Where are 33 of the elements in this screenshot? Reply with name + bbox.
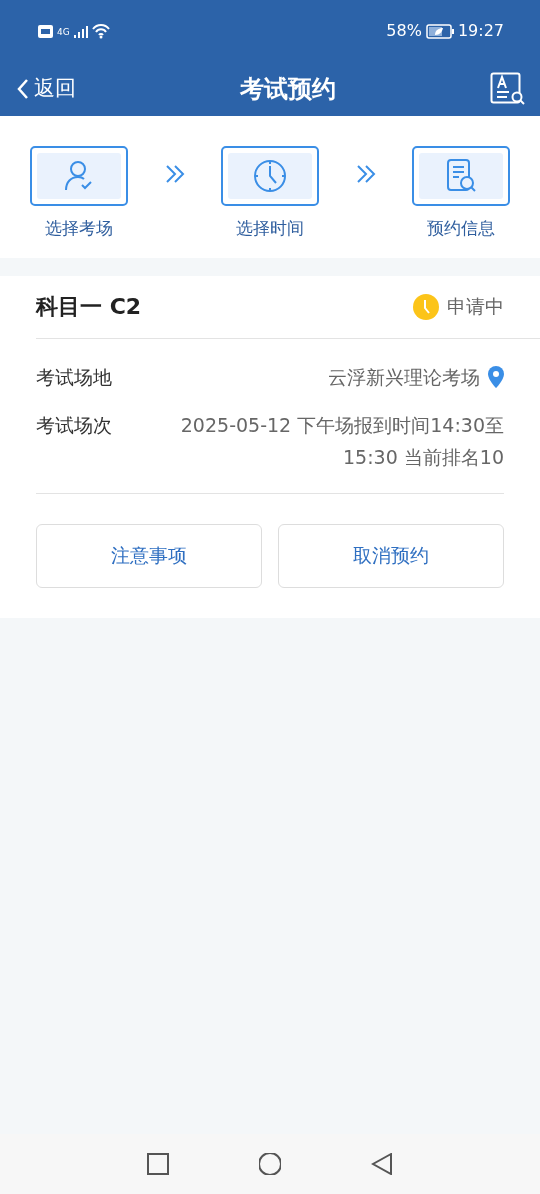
step-button[interactable] [30, 146, 128, 206]
step-label: 预约信息 [427, 217, 495, 240]
action-button[interactable]: 取消预约 [278, 523, 504, 588]
field-label: 考试场次 [36, 412, 112, 438]
network-type: 4G [57, 26, 70, 40]
status-label: 申请中 [447, 294, 504, 320]
search-document-icon[interactable] [490, 72, 526, 106]
battery-percent: 58% [386, 20, 422, 42]
double-chevron-icon [355, 164, 376, 184]
battery-icon [425, 23, 454, 39]
hd-icon [38, 24, 53, 38]
clock-icon [413, 293, 439, 320]
field-label: 考试场地 [36, 364, 112, 390]
field-value: 云浮新兴理论考场 [328, 364, 480, 390]
back-icon [16, 78, 30, 100]
field-value: 2025-05-12 下午场报到时间14:30至15:30 当前排名10 [179, 412, 504, 470]
clock-time: 19:27 [457, 20, 504, 42]
signal-icon [73, 24, 88, 38]
step-button[interactable] [412, 146, 510, 206]
recent-apps-icon[interactable] [147, 1153, 169, 1175]
step-button[interactable] [221, 146, 319, 206]
home-icon[interactable] [259, 1153, 281, 1175]
double-chevron-icon [164, 164, 185, 184]
subject-title: 科目一 C2 [36, 293, 142, 321]
page-title: 考试预约 [240, 74, 336, 105]
back-icon[interactable] [371, 1153, 393, 1175]
clock-icon [252, 158, 288, 194]
step-label: 选择时间 [236, 217, 304, 240]
back-button[interactable]: 返回 [16, 73, 76, 105]
step-label: 选择考场 [45, 217, 113, 240]
wifi-icon [91, 23, 110, 39]
location-pin-icon [488, 365, 504, 388]
action-button[interactable]: 注意事项 [36, 523, 262, 588]
